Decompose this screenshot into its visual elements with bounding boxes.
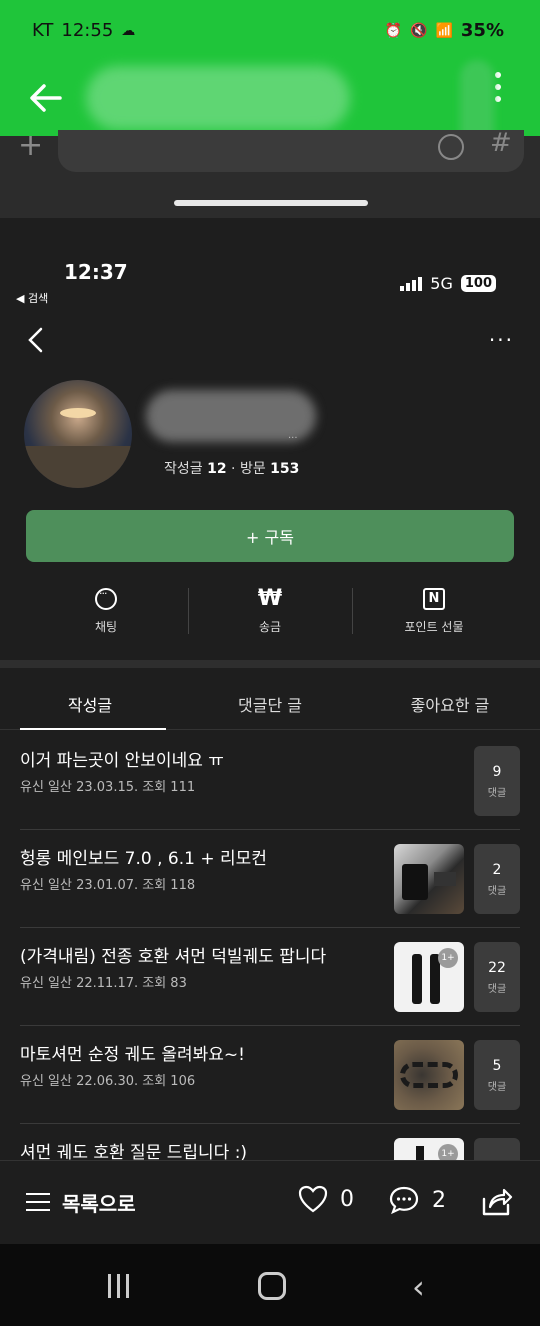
transfer-action: ₩ 송금 bbox=[188, 580, 352, 642]
bottom-action-bar: 목록으로 0 2 bbox=[0, 1160, 540, 1244]
post-meta: 유신 일산 23.03.15. 조회 111 bbox=[20, 780, 196, 795]
post-thumbnail bbox=[394, 844, 464, 914]
tab-posts: 작성글 bbox=[0, 678, 180, 730]
menu-icon bbox=[26, 1187, 50, 1217]
recents-button[interactable] bbox=[108, 1274, 129, 1298]
tab-liked: 좋아요한 글 bbox=[410, 695, 490, 715]
outer-status-bar: KT 12:55 ☁ ⏰ 🔇 📶 35% bbox=[0, 0, 540, 60]
profile-tabs: 작성글 댓글단 글 좋아요한 글 bbox=[0, 678, 540, 730]
list-item: 셔먼 궤도 호환 질문 드립니다 :) 1+ bbox=[20, 1124, 520, 1164]
post-title: 이거 파는곳이 안보이네요 ㅠ bbox=[20, 751, 224, 771]
alarm-icon: ⏰ bbox=[384, 22, 403, 39]
system-nav-bar: ‹ bbox=[0, 1244, 540, 1326]
tab-commented: 댓글단 글 bbox=[238, 695, 302, 715]
post-meta: 유신 일산 22.11.17. 조회 83 bbox=[20, 976, 187, 991]
chevron-left-icon bbox=[28, 327, 43, 353]
emoji-icon[interactable] bbox=[438, 134, 464, 160]
signal-icon bbox=[400, 276, 423, 291]
post-thumbnail: 1+ bbox=[394, 942, 464, 1012]
comment-count-box: 2 댓글 bbox=[474, 844, 520, 914]
point-gift-action: N 포인트 선물 bbox=[352, 580, 516, 642]
comment-count-box: 22 댓글 bbox=[474, 942, 520, 1012]
like-button: 0 bbox=[298, 1185, 354, 1213]
post-thumbnail bbox=[394, 1040, 464, 1110]
share-icon bbox=[482, 1188, 513, 1216]
more-horizontal-icon: ··· bbox=[488, 328, 514, 352]
back-arrow-icon[interactable] bbox=[26, 78, 66, 118]
mute-icon: 🔇 bbox=[410, 22, 428, 39]
outer-clock: 12:55 bbox=[61, 20, 114, 41]
nickname-ellipsis: ... bbox=[288, 430, 298, 441]
post-title: 헝롱 메인보드 7.0 , 6.1 + 리모컨 bbox=[20, 849, 267, 869]
list-item: 헝롱 메인보드 7.0 , 6.1 + 리모컨 유신 일산 23.01.07. … bbox=[20, 830, 520, 928]
home-indicator bbox=[174, 200, 368, 206]
system-back-icon[interactable]: ‹ bbox=[412, 1268, 425, 1306]
outer-app-header bbox=[0, 60, 540, 136]
more-vertical-icon[interactable] bbox=[494, 72, 502, 108]
outer-battery: 35% bbox=[460, 20, 504, 41]
won-icon: ₩ bbox=[257, 585, 283, 611]
battery-badge: 100 bbox=[460, 275, 496, 292]
back-to-list-button: 목록으로 bbox=[26, 1187, 136, 1217]
inner-status-icons: 5G 100 bbox=[400, 274, 496, 293]
message-input-bar: + # bbox=[0, 128, 540, 218]
attach-plus-button[interactable]: + bbox=[18, 131, 43, 161]
comment-count: 2 bbox=[432, 1187, 446, 1213]
post-title: (가격내림) 전종 호환 셔먼 덕빌궤도 팝니다 bbox=[20, 947, 327, 967]
chat-icon bbox=[95, 587, 117, 610]
profile-stats: 작성글 12 · 방문 153 bbox=[164, 461, 300, 477]
redacted-title bbox=[86, 66, 350, 130]
shared-screenshot: 12:37 ◀ 검색 5G 100 ··· ... 작성글 12 · 방문 15… bbox=[0, 218, 540, 1244]
heart-icon bbox=[298, 1185, 328, 1213]
profile-actions: 채팅 ₩ 송금 N 포인트 선물 bbox=[24, 580, 516, 642]
list-item: 마토셔먼 순정 궤도 올려봐요~! 유신 일산 22.06.30. 조회 106… bbox=[20, 1026, 520, 1124]
comment-button: 2 bbox=[388, 1185, 446, 1215]
list-item: (가격내림) 전종 호환 셔먼 덕빌궤도 팝니다 유신 일산 22.11.17.… bbox=[20, 928, 520, 1026]
image-count-badge: 1+ bbox=[438, 948, 458, 968]
naver-point-icon: N bbox=[423, 587, 445, 610]
hashtag-button[interactable]: # bbox=[490, 128, 512, 158]
list-item: 이거 파는곳이 안보이네요 ㅠ 유신 일산 23.03.15. 조회 111 9… bbox=[20, 732, 520, 830]
section-divider bbox=[0, 660, 540, 668]
like-count: 0 bbox=[340, 1186, 354, 1212]
post-meta: 유신 일산 23.01.07. 조회 118 bbox=[20, 878, 196, 893]
avatar bbox=[24, 380, 132, 488]
subscribe-button: + 구독 bbox=[26, 510, 514, 562]
inner-clock: 12:37 bbox=[64, 260, 128, 284]
cloud-icon: ☁ bbox=[121, 22, 136, 39]
carrier-label: KT bbox=[32, 20, 54, 41]
comment-count-box: 5 댓글 bbox=[474, 1040, 520, 1110]
comment-count-box: 9 댓글 bbox=[474, 746, 520, 816]
inner-back-to-search: ◀ 검색 bbox=[16, 292, 49, 305]
chat-action: 채팅 bbox=[24, 580, 188, 642]
post-title: 마토셔먼 순정 궤도 올려봐요~! bbox=[20, 1045, 245, 1065]
comment-icon bbox=[389, 1186, 419, 1215]
home-button[interactable] bbox=[258, 1272, 286, 1300]
wifi-icon: 📶 bbox=[435, 22, 453, 39]
post-meta: 유신 일산 22.06.30. 조회 106 bbox=[20, 1074, 196, 1089]
network-type: 5G bbox=[430, 274, 453, 293]
